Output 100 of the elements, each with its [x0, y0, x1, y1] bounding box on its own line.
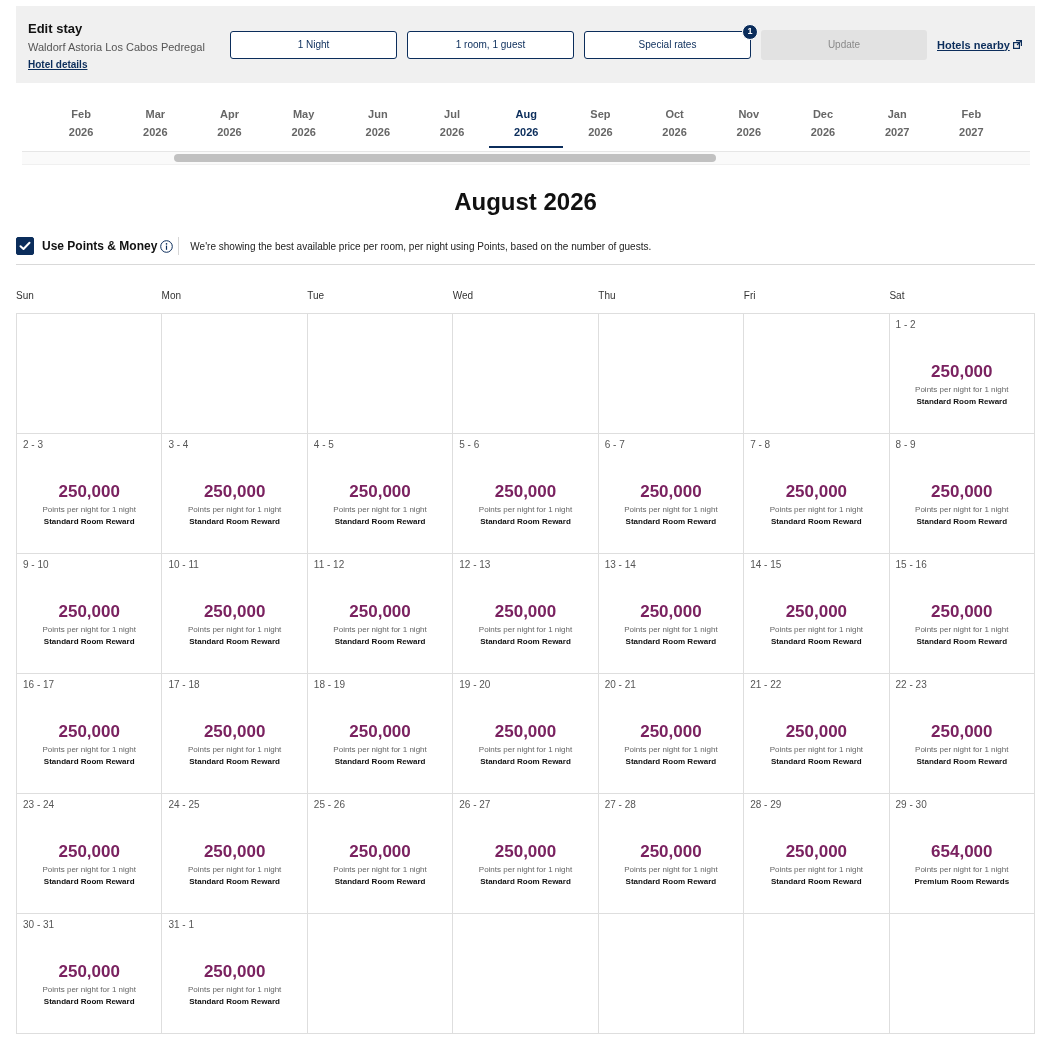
- rate-name: Standard Room Reward: [43, 516, 135, 528]
- day-cell[interactable]: 23 - 24 250,000 Points per night for 1 night Standard Room Reward: [17, 794, 163, 914]
- day-cell[interactable]: 17 - 18 250,000 Points per night for 1 night Standard Room Reward: [162, 674, 308, 794]
- day-cell[interactable]: 18 - 19 250,000 Points per night for 1 night Standard Room Reward: [307, 674, 454, 794]
- day-cell[interactable]: 20 - 21 250,000 Points per night for 1 night Standard Room Reward: [598, 674, 745, 794]
- points-note: Points per night for 1 night: [478, 624, 573, 636]
- stay-option-button[interactable]: 1 room, 1 guest: [407, 30, 574, 59]
- day-cell[interactable]: 8 - 9 250,000 Points per night for 1 night Standard Room Reward: [889, 434, 1035, 554]
- points-price: 250,000: [931, 722, 993, 742]
- day-cell[interactable]: 15 - 16 250,000 Points per night for 1 night Standard Room Reward: [889, 554, 1035, 674]
- day-cell[interactable]: 12 - 13 250,000 Points per night for 1 night Standard Room Reward: [453, 554, 599, 674]
- rate-name: Standard Room Reward: [189, 516, 280, 528]
- points-price: 250,000: [203, 842, 266, 862]
- day-cell[interactable]: 9 - 10 250,000 Points per night for 1 night Standard Room Reward: [17, 554, 163, 674]
- date-range: 25 - 26: [313, 799, 345, 811]
- day-cell[interactable]: 27 - 28 250,000 Points per night for 1 night Standard Room Reward: [598, 794, 745, 914]
- month-tab[interactable]: Aug 2026: [489, 100, 564, 148]
- points-price: 250,000: [349, 842, 411, 862]
- day-cell[interactable]: 11 - 12 250,000 Points per night for 1 night Standard Room Reward: [307, 554, 454, 674]
- date-range: 4 - 5: [313, 439, 334, 451]
- points-price: 250,000: [785, 842, 848, 862]
- date-range: 18 - 19: [313, 679, 345, 691]
- points-price: 250,000: [58, 962, 120, 982]
- day-cell[interactable]: 25 - 26 250,000 Points per night for 1 night Standard Room Reward: [307, 794, 454, 914]
- points-note: Points per night for 1 night: [624, 744, 718, 756]
- points-note: Points per night for 1 night: [42, 624, 136, 636]
- points-note: Points per night for 1 night: [333, 624, 427, 636]
- points-price: 250,000: [58, 842, 120, 862]
- check-icon: [19, 241, 31, 251]
- day-cell[interactable]: 28 - 29 250,000 Points per night for 1 night Standard Room Reward: [744, 794, 890, 914]
- day-cell[interactable]: 10 - 11 250,000 Points per night for 1 night Standard Room Reward: [162, 554, 308, 674]
- rate-name: Standard Room Reward: [480, 876, 571, 888]
- day-cell[interactable]: 30 - 31 250,000 Points per night for 1 night Standard Room Reward: [17, 914, 163, 1034]
- date-range: 7 - 8: [750, 439, 771, 451]
- day-cell[interactable]: 14 - 15 250,000 Points per night for 1 night Standard Room Reward: [744, 554, 890, 674]
- day-cell[interactable]: 5 - 6 250,000 Points per night for 1 night Standard Room Reward: [453, 434, 599, 554]
- rate-name: Standard Room Reward: [43, 996, 135, 1008]
- day-cell[interactable]: 29 - 30 654,000 Points per night for 1 night Premium Room Rewards: [889, 794, 1035, 914]
- day-cell[interactable]: 7 - 8 250,000 Points per night for 1 night Standard Room Reward: [744, 434, 890, 554]
- month-tab[interactable]: Jun 2026: [340, 100, 415, 148]
- month-tab[interactable]: Feb 2026: [44, 100, 119, 148]
- day-cell[interactable]: 6 - 7 250,000 Points per night for 1 night Standard Room Reward: [598, 434, 745, 554]
- rate-name: Standard Room Reward: [625, 516, 717, 528]
- date-range: 27 - 28: [604, 799, 636, 811]
- stay-option-button[interactable]: 1 Night: [230, 30, 397, 59]
- day-cell[interactable]: 31 - 1 250,000 Points per night for 1 night Standard Room Reward: [162, 914, 308, 1034]
- day-cell[interactable]: 16 - 17 250,000 Points per night for 1 night Standard Room Reward: [17, 674, 163, 794]
- rate-name: Standard Room Reward: [189, 876, 280, 888]
- hotels-nearby-link[interactable]: Hotels nearby: [937, 38, 1022, 51]
- points-money-checkbox[interactable]: [16, 237, 34, 255]
- points-note: Points per night for 1 night: [624, 864, 718, 876]
- points-note: Points per night for 1 night: [187, 624, 282, 636]
- points-note: Points per night for 1 night: [915, 744, 1009, 756]
- points-note: Points per night for 1 night: [333, 504, 427, 516]
- hotel-details-link[interactable]: Hotel details: [28, 58, 88, 72]
- edit-stay-title: Edit stay: [28, 21, 84, 37]
- points-note: Points per night for 1 night: [187, 744, 282, 756]
- day-cell[interactable]: 2 - 3 250,000 Points per night for 1 night Standard Room Reward: [17, 434, 163, 554]
- day-cell[interactable]: 19 - 20 250,000 Points per night for 1 night Standard Room Reward: [453, 674, 599, 794]
- day-cell[interactable]: 1 - 2 250,000 Points per night for 1 night Standard Room Reward: [889, 314, 1035, 434]
- points-price: 250,000: [349, 602, 411, 622]
- points-note: Points per night for 1 night: [478, 744, 573, 756]
- points-note: Points per night for 1 night: [478, 504, 573, 516]
- date-range: 13 - 14: [604, 559, 636, 571]
- day-cell[interactable]: 4 - 5 250,000 Points per night for 1 night Standard Room Reward: [307, 434, 454, 554]
- month-tab[interactable]: Jul 2026: [414, 100, 490, 148]
- scrollbar-thumb[interactable]: [174, 154, 716, 162]
- month-tab[interactable]: Jan 2027: [860, 100, 935, 148]
- month-tab[interactable]: Mar 2026: [118, 100, 193, 148]
- month-tab[interactable]: Apr 2026: [192, 100, 267, 148]
- rate-name: Premium Room Rewards: [914, 876, 1010, 888]
- day-cell[interactable]: 13 - 14 250,000 Points per night for 1 night Standard Room Reward: [598, 554, 745, 674]
- scrollbar-track[interactable]: [22, 151, 1030, 165]
- rate-name: Standard Room Reward: [334, 636, 426, 648]
- rate-name: Standard Room Reward: [916, 636, 1008, 648]
- date-range: 28 - 29: [750, 799, 782, 811]
- rate-name: Standard Room Reward: [625, 876, 717, 888]
- day-cell[interactable]: 21 - 22 250,000 Points per night for 1 night Standard Room Reward: [744, 674, 890, 794]
- month-tab[interactable]: May 2026: [266, 100, 341, 148]
- month-tab[interactable]: Dec 2026: [785, 100, 861, 148]
- month-tab[interactable]: Sep 2026: [563, 100, 638, 148]
- weekday-label: Fri: [743, 289, 757, 303]
- date-range: 24 - 25: [168, 799, 200, 811]
- info-icon[interactable]: [160, 239, 174, 253]
- day-cell[interactable]: 22 - 23 250,000 Points per night for 1 night Standard Room Reward: [889, 674, 1035, 794]
- points-price: 250,000: [58, 602, 120, 622]
- date-range: 29 - 30: [895, 799, 927, 811]
- date-range: 10 - 11: [168, 559, 199, 571]
- day-cell[interactable]: 24 - 25 250,000 Points per night for 1 night Standard Room Reward: [162, 794, 308, 914]
- date-range: 21 - 22: [750, 679, 782, 691]
- month-tab[interactable]: Nov 2026: [711, 100, 786, 148]
- day-cell[interactable]: 26 - 27 250,000 Points per night for 1 night Standard Room Reward: [453, 794, 599, 914]
- weekday-label: Sat: [889, 289, 906, 303]
- points-price: 250,000: [640, 842, 702, 862]
- month-tab[interactable]: Feb 2027: [934, 100, 1009, 148]
- day-cell[interactable]: 3 - 4 250,000 Points per night for 1 night Standard Room Reward: [162, 434, 308, 554]
- month-tab[interactable]: Oct 2026: [637, 100, 712, 148]
- date-range: 30 - 31: [23, 919, 55, 931]
- rate-name: Standard Room Reward: [189, 996, 280, 1008]
- rate-name: Standard Room Reward: [480, 756, 571, 768]
